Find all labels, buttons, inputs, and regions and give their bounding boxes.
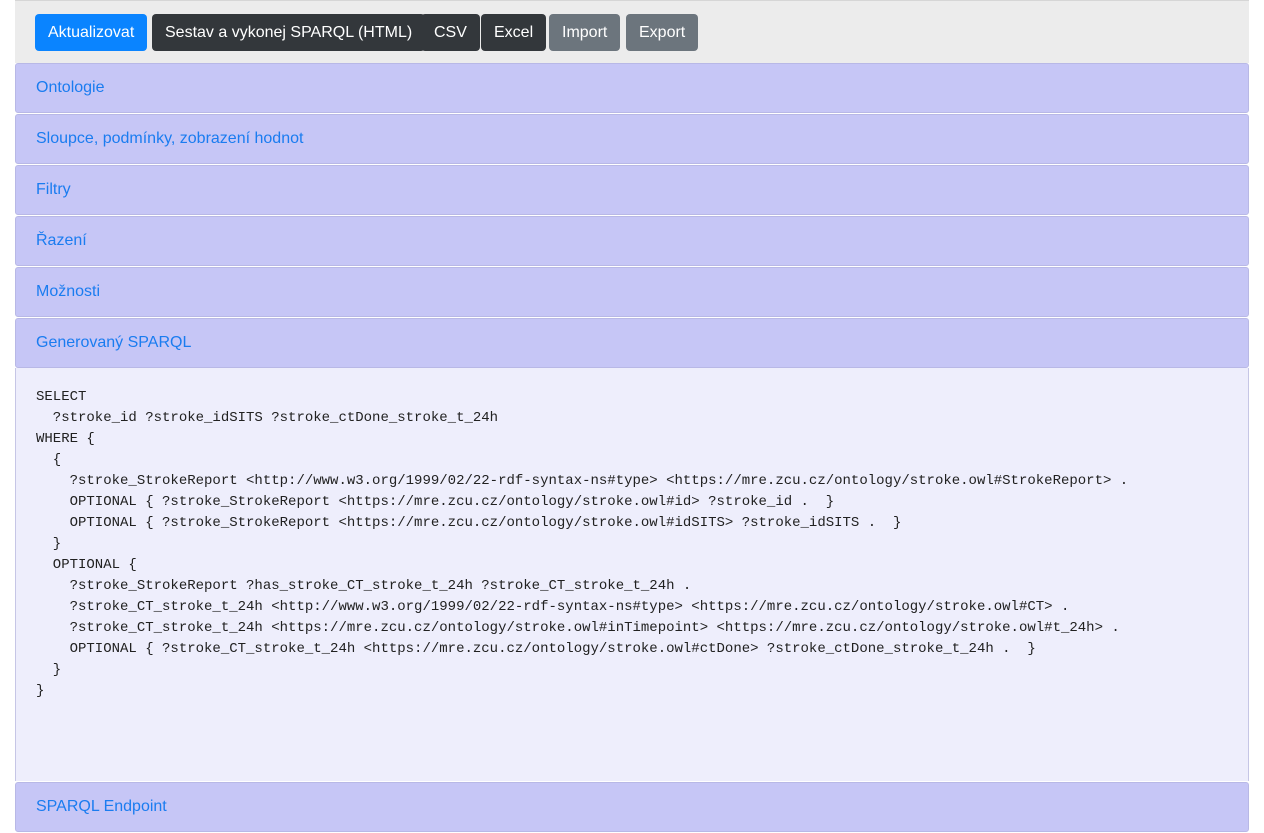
update-button[interactable]: Aktualizovat: [35, 14, 148, 51]
generated-sparql-code: SELECT ?stroke_id ?stroke_idSITS ?stroke…: [36, 389, 1129, 699]
panel-header-generated-sparql[interactable]: Generovaný SPARQL: [15, 318, 1249, 368]
import-button[interactable]: Import: [549, 14, 621, 51]
panel-header-columns-conditions[interactable]: Sloupce, podmínky, zobrazení hodnot: [15, 114, 1249, 164]
panel-header-sparql-endpoint[interactable]: SPARQL Endpoint: [15, 782, 1249, 832]
export-button[interactable]: Export: [626, 14, 699, 51]
generated-sparql-panel-body: SELECT ?stroke_id ?stroke_idSITS ?stroke…: [15, 368, 1249, 781]
csv-button[interactable]: CSV: [421, 14, 480, 51]
excel-button[interactable]: Excel: [481, 14, 547, 51]
action-toolbar: Aktualizovat Sestav a vykonej SPARQL (HT…: [15, 0, 1249, 63]
panel-header-options[interactable]: Možnosti: [15, 267, 1249, 317]
build-run-sparql-button[interactable]: Sestav a vykonej SPARQL (HTML): [152, 14, 426, 51]
panel-header-sorting[interactable]: Řazení: [15, 216, 1249, 266]
panel-header-ontologie[interactable]: Ontologie: [15, 63, 1249, 113]
panel-header-filters[interactable]: Filtry: [15, 165, 1249, 215]
